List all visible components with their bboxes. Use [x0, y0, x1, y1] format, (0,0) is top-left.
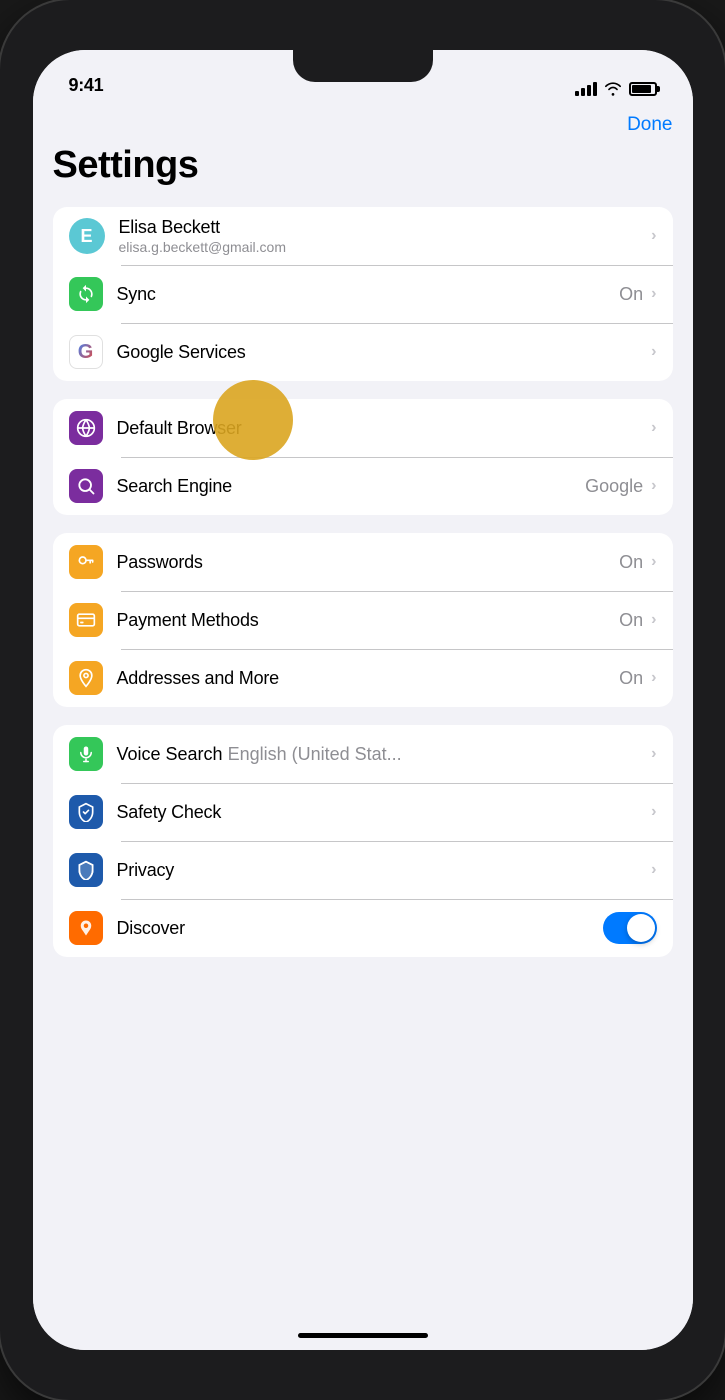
voice-search-label: Voice Search: [117, 744, 223, 765]
signal-bars-icon: [575, 82, 597, 96]
header: Done: [53, 104, 673, 140]
sync-icon: [69, 277, 103, 311]
autofill-group: Passwords On › Payment Methods: [53, 533, 673, 707]
payment-methods-row[interactable]: Payment Methods On ›: [53, 591, 673, 649]
profile-row[interactable]: E Elisa Beckett elisa.g.beckett@gmail.co…: [53, 207, 673, 265]
voice-search-value: English (United Stat...: [223, 744, 402, 765]
account-group: E Elisa Beckett elisa.g.beckett@gmail.co…: [53, 207, 673, 381]
privacy-row[interactable]: Privacy ›: [53, 841, 673, 899]
default-browser-row[interactable]: Default Browser ›: [53, 399, 673, 457]
chevron-icon: ›: [651, 611, 656, 629]
default-browser-text: Default Browser: [117, 418, 650, 439]
other-group: Voice Search English (United Stat... › S…: [53, 725, 673, 957]
addresses-value: On: [619, 668, 643, 689]
battery-fill: [632, 85, 652, 93]
passwords-row[interactable]: Passwords On ›: [53, 533, 673, 591]
payment-methods-value: On: [619, 610, 643, 631]
search-engine-icon: [69, 469, 103, 503]
safety-check-label: Safety Check: [117, 802, 650, 823]
chevron-icon: ›: [651, 227, 656, 245]
sync-text: Sync: [117, 284, 620, 305]
phone-screen: 9:41 Done: [33, 50, 693, 1350]
passwords-icon: [69, 545, 103, 579]
payment-methods-label: Payment Methods: [117, 610, 620, 631]
discover-text: Discover: [117, 918, 603, 939]
status-icons: [575, 82, 657, 96]
safety-check-icon: [69, 795, 103, 829]
addresses-label: Addresses and More: [117, 668, 620, 689]
chevron-icon: ›: [651, 803, 656, 821]
google-services-row[interactable]: G Google Services ›: [53, 323, 673, 381]
safety-check-row[interactable]: Safety Check ›: [53, 783, 673, 841]
sync-value: On: [619, 284, 643, 305]
privacy-label: Privacy: [117, 860, 650, 881]
discover-label: Discover: [117, 918, 603, 939]
chevron-icon: ›: [651, 477, 656, 495]
chevron-icon: ›: [651, 553, 656, 571]
chevron-icon: ›: [651, 861, 656, 879]
search-engine-row[interactable]: Search Engine Google ›: [53, 457, 673, 515]
privacy-text: Privacy: [117, 860, 650, 881]
notch: [293, 50, 433, 82]
addresses-text: Addresses and More: [117, 668, 620, 689]
chevron-icon: ›: [651, 419, 656, 437]
chevron-icon: ›: [651, 343, 656, 361]
addresses-icon: [69, 661, 103, 695]
search-engine-label: Search Engine: [117, 476, 586, 497]
discover-icon: [69, 911, 103, 945]
google-services-text: Google Services: [117, 342, 650, 363]
voice-search-icon: [69, 737, 103, 771]
done-button[interactable]: Done: [627, 114, 672, 136]
chevron-icon: ›: [651, 285, 656, 303]
voice-search-row[interactable]: Voice Search English (United Stat... ›: [53, 725, 673, 783]
safety-check-text: Safety Check: [117, 802, 650, 823]
discover-row[interactable]: Discover: [53, 899, 673, 957]
payment-methods-text: Payment Methods: [117, 610, 620, 631]
search-engine-value: Google: [585, 476, 643, 497]
chevron-icon: ›: [651, 669, 656, 687]
profile-email: elisa.g.beckett@gmail.com: [119, 239, 650, 255]
page-title: Settings: [53, 140, 673, 207]
passwords-label: Passwords: [117, 552, 620, 573]
addresses-row[interactable]: Addresses and More On ›: [53, 649, 673, 707]
default-browser-icon: [69, 411, 103, 445]
sync-row[interactable]: Sync On ›: [53, 265, 673, 323]
home-indicator: [298, 1333, 428, 1338]
status-time: 9:41: [69, 75, 104, 96]
google-services-icon: G: [69, 335, 103, 369]
battery-icon: [629, 82, 657, 96]
wifi-icon: [604, 82, 622, 96]
privacy-icon: [69, 853, 103, 887]
default-browser-label: Default Browser: [117, 418, 650, 439]
phone-frame: 9:41 Done: [0, 0, 725, 1400]
sync-label: Sync: [117, 284, 620, 305]
settings-content: Done Settings E Elisa Beckett elisa.g.be…: [33, 104, 693, 1320]
google-services-label: Google Services: [117, 342, 650, 363]
passwords-text: Passwords: [117, 552, 620, 573]
search-engine-text: Search Engine: [117, 476, 586, 497]
payment-methods-icon: [69, 603, 103, 637]
profile-name: Elisa Beckett: [119, 217, 650, 238]
discover-toggle[interactable]: [603, 912, 657, 944]
toggle-thumb: [627, 914, 655, 942]
voice-search-text: Voice Search English (United Stat...: [117, 744, 650, 765]
passwords-value: On: [619, 552, 643, 573]
browser-group: Default Browser › Search Engine Google: [53, 399, 673, 515]
profile-avatar: E: [69, 218, 105, 254]
profile-text: Elisa Beckett elisa.g.beckett@gmail.com: [119, 217, 650, 255]
chevron-icon: ›: [651, 745, 656, 763]
